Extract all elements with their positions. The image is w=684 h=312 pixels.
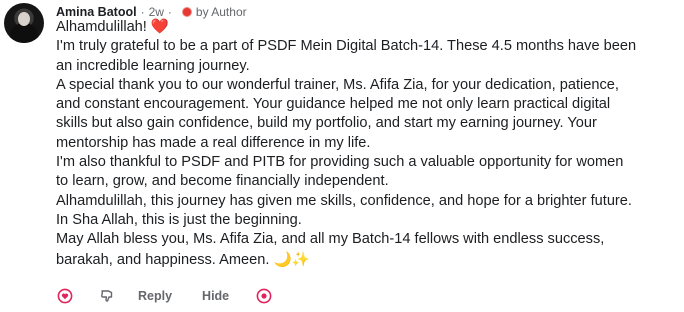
comment-actions: Reply Hide	[56, 286, 273, 306]
comment-line: May Allah bless you, Ms. Afifa Zia, and …	[56, 231, 605, 248]
moon-sparkles-emoji: 🌙✨	[273, 250, 310, 268]
comment-text: barakah, and happiness. Ameen.	[56, 251, 270, 268]
comment-line: Alhamdulillah, this journey has given me…	[56, 192, 632, 209]
comment-line: skills but also gain confidence, build m…	[56, 115, 597, 132]
comment-text: Alhamdulillah!	[56, 19, 147, 35]
add-reaction-icon[interactable]	[255, 287, 273, 305]
comment-line: barakah, and happiness. Ameen. 🌙✨	[56, 250, 676, 270]
comment-line: Alhamdulillah! ❤️	[56, 17, 676, 37]
comment-body: Alhamdulillah! ❤️ I'm truly grateful to …	[56, 17, 676, 270]
comment-line: and constant encouragement. Your guidanc…	[56, 96, 611, 113]
hide-button[interactable]: Hide	[202, 289, 229, 303]
reply-button[interactable]: Reply	[138, 289, 172, 303]
comment-line: A special thank you to our wonderful tra…	[56, 76, 619, 93]
comment-line: I'm truly grateful to be a part of PSDF …	[56, 38, 637, 55]
author-badge-icon	[181, 7, 192, 17]
comment-line: an incredible learning journey.	[56, 57, 250, 74]
like-reaction-icon[interactable]	[56, 287, 74, 305]
red-heart-emoji: ❤️	[150, 18, 170, 35]
comment-line: I'm also thankful to PSDF and PITB for p…	[56, 154, 624, 171]
author-avatar[interactable]	[4, 3, 44, 43]
dislike-thumb-icon[interactable]	[98, 287, 116, 305]
comment-line: to learn, grow, and become financially i…	[56, 173, 389, 190]
comment-line: mentorship has made a real difference in…	[56, 134, 371, 151]
comment-line: In Sha Allah, this is just the beginning…	[56, 211, 302, 228]
